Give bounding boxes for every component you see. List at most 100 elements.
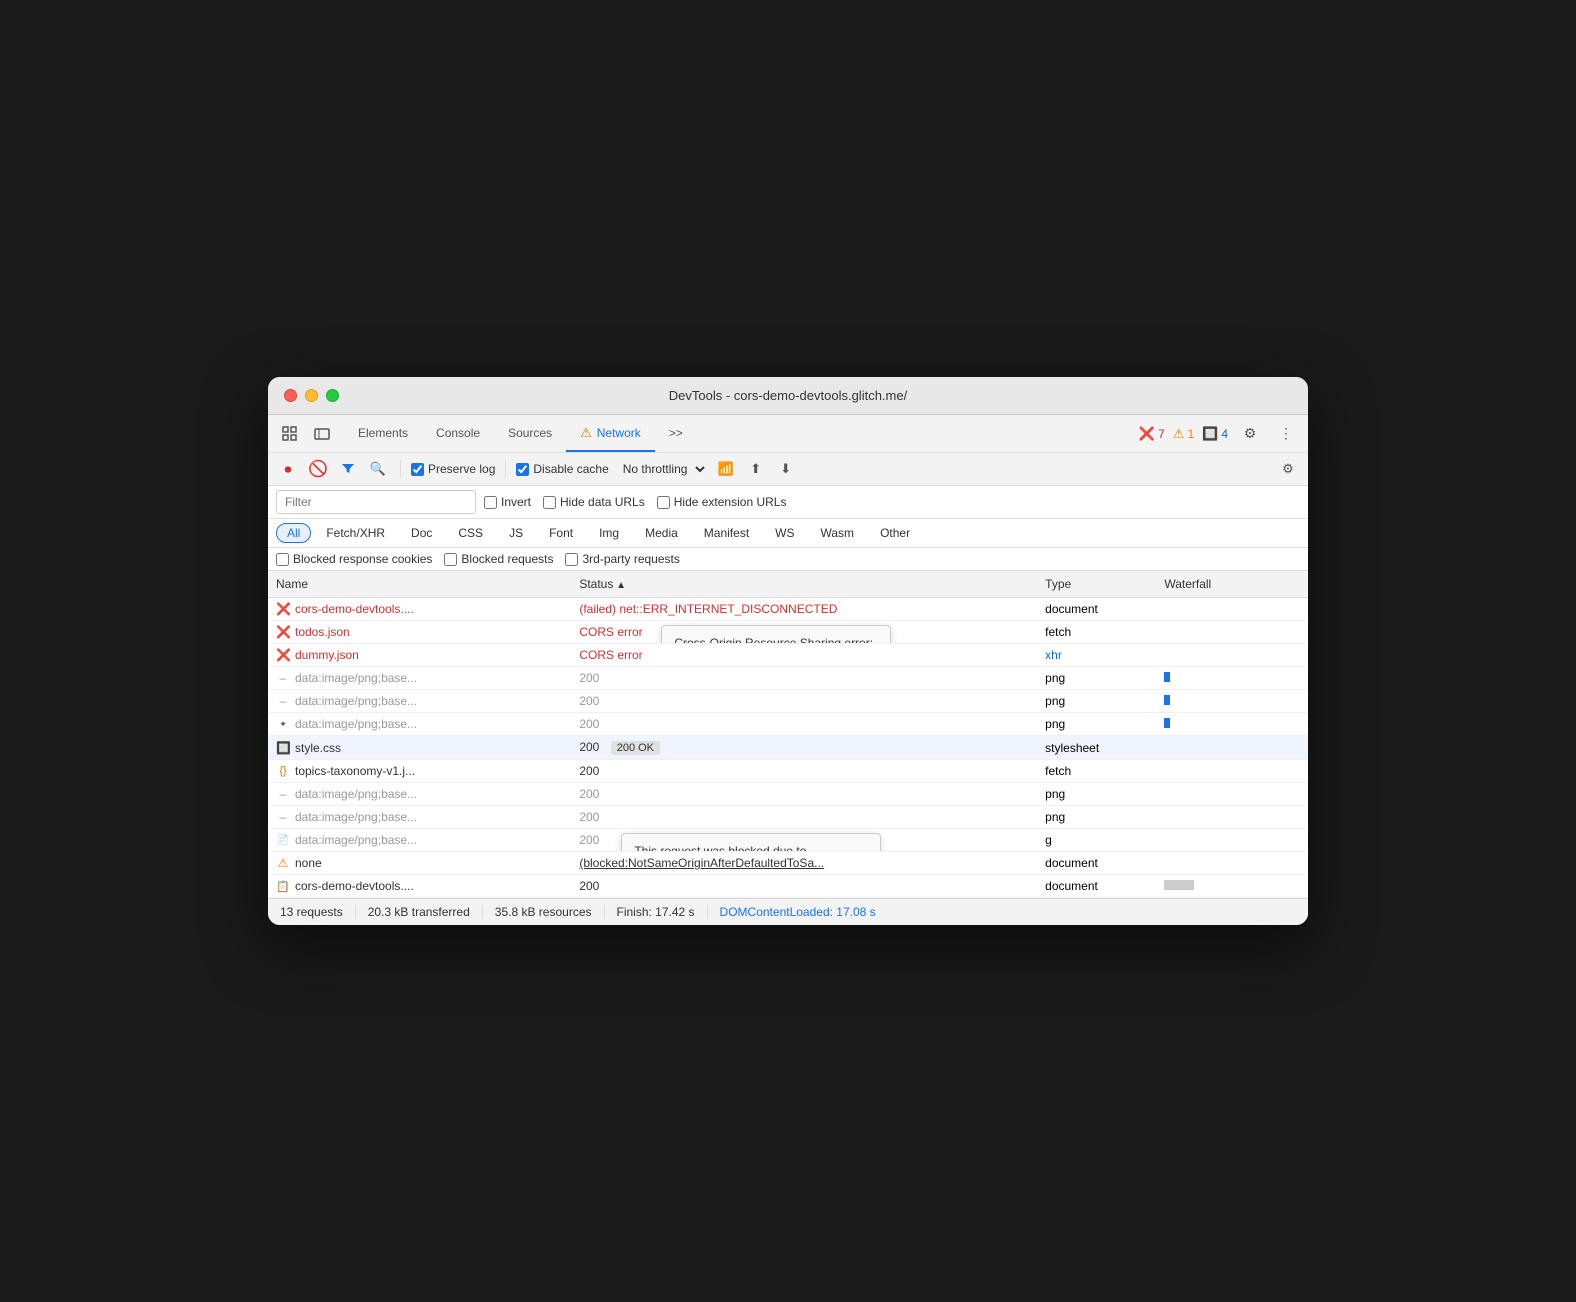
table-row[interactable]: ❌ cors-demo-devtools.... (failed) net::E… [268,598,1308,621]
hide-extension-urls-checkbox[interactable] [657,496,670,509]
blocked-requests-label[interactable]: Blocked requests [444,552,553,566]
dash-icon: – [276,810,290,824]
third-party-requests-label[interactable]: 3rd-party requests [565,552,679,566]
devtools-window: DevTools - cors-demo-devtools.glitch.me/ [268,377,1308,925]
settings-icon[interactable]: ⚙ [1236,420,1264,448]
type-filter-img[interactable]: Img [588,523,630,543]
type-filter-all[interactable]: All [276,523,311,543]
table-row[interactable]: ✦ data:image/png;base... 200 png [268,713,1308,736]
upload-icon[interactable]: ⬆ [744,457,768,481]
type-filter-row: All Fetch/XHR Doc CSS JS Font Img Media … [268,519,1308,548]
third-party-requests-checkbox[interactable] [565,553,578,566]
inspect-icon[interactable] [276,420,304,448]
tab-elements[interactable]: Elements [344,415,422,452]
table-row[interactable]: – data:image/png;base... 200 png [268,667,1308,690]
transferred-size: 20.3 kB transferred [356,905,483,919]
hide-data-urls-checkbox[interactable] [543,496,556,509]
table-row[interactable]: {} topics-taxonomy-v1.j... 200 fetch [268,760,1308,783]
waterfall-bar [1164,718,1170,728]
special-icon: ✦ [276,719,290,730]
blocked-cookies-checkbox[interactable] [276,553,289,566]
preserve-log-checkbox[interactable] [411,463,424,476]
responsive-icon[interactable] [308,420,336,448]
blocked-cookies-label[interactable]: Blocked response cookies [276,552,432,566]
finish-time: Finish: 17.42 s [605,905,708,919]
filter-icon[interactable] [336,457,360,481]
row-name: ❌ todos.json [276,625,563,639]
type-filter-font[interactable]: Font [538,523,584,543]
blocked-requests-checkbox[interactable] [444,553,457,566]
filter-input[interactable] [276,490,476,514]
error-icon: ❌ [276,648,290,662]
table-row[interactable]: – data:image/png;base... 200 png [268,690,1308,713]
invert-label[interactable]: Invert [484,495,531,509]
table-row[interactable]: ❌ todos.json CORS error Cross-Origin Res… [268,621,1308,644]
table-row[interactable]: 📋 cors-demo-devtools.... 200 document [268,875,1308,898]
row-name: ⚠ none [276,856,563,870]
tab-list: Elements Console Sources ⚠ Network >> [344,415,697,452]
type-filter-doc[interactable]: Doc [400,523,443,543]
more-options-icon[interactable]: ⋮ [1272,420,1300,448]
dash-icon: – [276,671,290,685]
status-bar: 13 requests 20.3 kB transferred 35.8 kB … [268,898,1308,925]
table-row[interactable]: 📄 data:image/png;base... 200 This reques… [268,829,1308,852]
table-row[interactable]: 🔲 style.css 200 200 OK stylesheet [268,736,1308,760]
info-badge: 🔲 4 [1202,426,1228,442]
blocked-link[interactable]: (blocked:NotSameOriginAfterDefaultedToSa… [579,856,824,870]
disable-cache-label[interactable]: Disable cache [516,462,608,476]
tab-more[interactable]: >> [655,415,697,452]
col-header-waterfall[interactable]: Waterfall [1156,571,1308,598]
row-name: 🔲 style.css [276,741,563,755]
type-filter-fetch-xhr[interactable]: Fetch/XHR [315,523,396,543]
download-icon[interactable]: ⬇ [774,457,798,481]
wifi-icon[interactable]: 📶 [714,457,738,481]
preserve-log-label[interactable]: Preserve log [411,462,495,476]
minimize-button[interactable] [305,389,318,402]
row-name: 📋 cors-demo-devtools.... [276,879,563,893]
warning-row-icon: ⚠ [276,856,290,870]
window-title: DevTools - cors-demo-devtools.glitch.me/ [669,388,907,403]
type-filter-other[interactable]: Other [869,523,921,543]
close-button[interactable] [284,389,297,402]
type-filter-css[interactable]: CSS [447,523,494,543]
table-row[interactable]: ⚠ none (blocked:NotSameOriginAfterDefaul… [268,852,1308,875]
type-filter-wasm[interactable]: Wasm [810,523,866,543]
hide-data-urls-label[interactable]: Hide data URLs [543,495,645,509]
resources-size: 35.8 kB resources [483,905,605,919]
filter-input-wrap [276,490,476,514]
tab-network[interactable]: ⚠ Network [566,415,655,452]
table-row[interactable]: – data:image/png;base... 200 png [268,806,1308,829]
col-header-type[interactable]: Type [1037,571,1156,598]
title-bar: DevTools - cors-demo-devtools.glitch.me/ [268,377,1308,415]
network-settings-icon[interactable]: ⚙ [1276,457,1300,481]
type-filter-media[interactable]: Media [634,523,689,543]
type-filter-ws[interactable]: WS [764,523,805,543]
error-icon: ❌ [276,625,290,639]
tab-sources[interactable]: Sources [494,415,566,452]
search-icon[interactable]: 🔍 [366,457,390,481]
type-filter-manifest[interactable]: Manifest [693,523,760,543]
invert-checkbox[interactable] [484,496,497,509]
toolbar-separator-2 [505,460,506,478]
row-name: – data:image/png;base... [276,787,563,801]
network-table: Name Status Type Waterfall ❌ [268,571,1308,898]
type-filter-js[interactable]: JS [498,523,534,543]
requests-count: 13 requests [280,905,356,919]
dash-icon: – [276,694,290,708]
top-toolbar: Elements Console Sources ⚠ Network >> [268,415,1308,453]
stop-recording-icon[interactable]: ⏺ [276,457,300,481]
throttle-select[interactable]: No throttling Slow 3G Fast 3G [615,459,708,479]
table-row[interactable]: – data:image/png;base... 200 png [268,783,1308,806]
table-row[interactable]: ❌ dummy.json CORS error xhr [268,644,1308,667]
dash-icon: – [276,787,290,801]
tab-console[interactable]: Console [422,415,494,452]
dom-content-loaded: DOMContentLoaded: 17.08 s [708,905,888,919]
fullscreen-button[interactable] [326,389,339,402]
filter-checkboxes: Invert Hide data URLs Hide extension URL… [484,495,786,509]
hide-extension-urls-label[interactable]: Hide extension URLs [657,495,787,509]
col-header-name[interactable]: Name [268,571,571,598]
col-header-status[interactable]: Status [571,571,1037,598]
extra-filter-row: Blocked response cookies Blocked request… [268,548,1308,571]
clear-icon[interactable]: 🚫 [306,457,330,481]
disable-cache-checkbox[interactable] [516,463,529,476]
